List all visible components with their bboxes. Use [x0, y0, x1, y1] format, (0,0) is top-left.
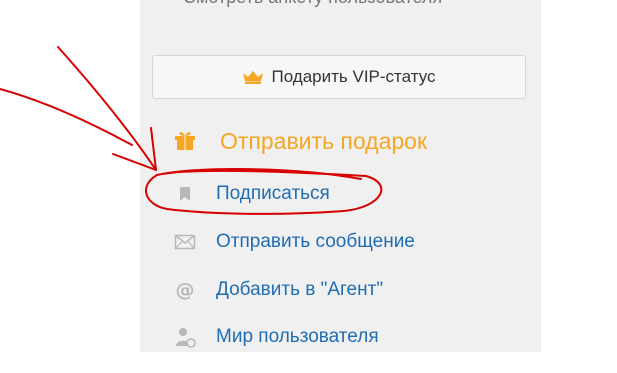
subscribe-link[interactable]: Подписаться: [174, 179, 330, 209]
send-message-label: Отправить сообщение: [216, 231, 415, 252]
envelope-icon: [174, 231, 196, 253]
vip-button-label: Подарить VIP-статус: [271, 67, 436, 86]
cut-off-header-text: Смотреть анкету пользователя: [183, 0, 442, 8]
user-world-link[interactable]: Мир пользователя: [174, 322, 379, 352]
at-sign-icon: @: [174, 279, 196, 301]
user-world-icon: [174, 326, 196, 348]
annotation-arrow-line-lower: [0, 88, 133, 146]
gift-icon: [174, 130, 196, 152]
send-message-link[interactable]: Отправить сообщение: [174, 227, 415, 257]
bookmark-icon: [174, 183, 196, 205]
page: Смотреть анкету пользователя Подарить VI…: [0, 0, 617, 373]
add-to-agent-link[interactable]: @ Добавить в "Агент": [174, 275, 384, 305]
add-to-agent-label: Добавить в "Агент": [216, 279, 384, 300]
svg-text:@: @: [176, 279, 195, 301]
send-gift-link[interactable]: Отправить подарок: [174, 125, 427, 157]
subscribe-label: Подписаться: [216, 183, 330, 204]
send-gift-label: Отправить подарок: [220, 127, 428, 154]
user-world-label: Мир пользователя: [216, 326, 379, 347]
gift-vip-status-button[interactable]: Подарить VIP-статус: [152, 55, 526, 99]
crown-icon: [242, 70, 264, 84]
